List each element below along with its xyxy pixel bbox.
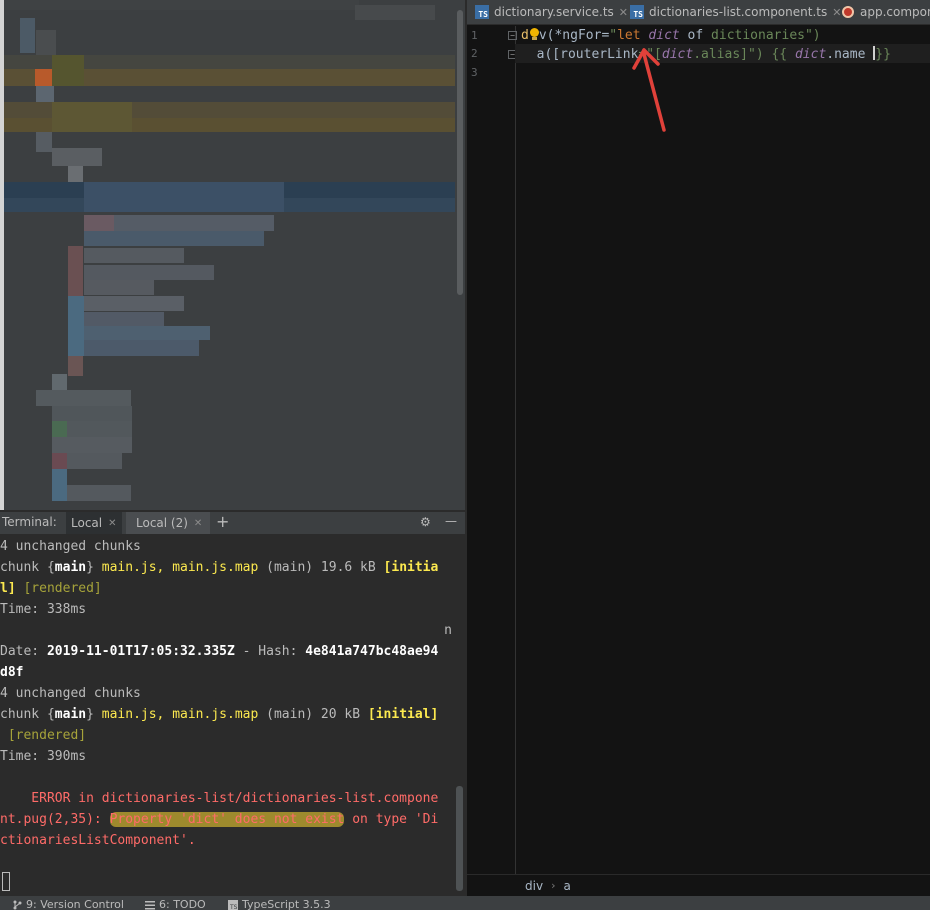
breadcrumb-item[interactable]: a: [563, 879, 570, 893]
list-icon: [145, 900, 155, 910]
code-token: {{: [771, 47, 795, 62]
line-number: 3: [471, 66, 478, 79]
code-token: .name: [826, 47, 874, 62]
terminal-line: 4 unchanged chunks: [0, 539, 141, 554]
chevron-right-icon: ›: [551, 879, 556, 892]
terminal-line: 4 unchanged chunks: [0, 686, 141, 701]
terminal-line: Time: 338ms: [0, 602, 87, 617]
terminal-panel[interactable]: Terminal: Local ✕ Local (2) ✕ + ⚙ — 4 un…: [0, 512, 465, 896]
tool-window-bar: 9: Version Control 6: TODO TS TypeScript…: [0, 896, 930, 910]
tab-label: dictionaries-list.component.ts: [649, 5, 828, 19]
tab-label: Local (2): [136, 516, 188, 530]
code-token: of: [679, 28, 712, 43]
annotation-arrow: [632, 48, 666, 132]
project-panel-blurred: [0, 0, 465, 510]
terminal-title: Terminal:: [2, 515, 57, 529]
terminal-line: chunk {main} main.js, main.js.map (main)…: [0, 560, 439, 575]
close-icon[interactable]: ✕: [108, 518, 116, 529]
close-icon[interactable]: ✕: [619, 6, 628, 19]
code-token: "): [804, 28, 821, 43]
terminal-line: Time: 390ms: [0, 749, 87, 764]
line-gutter: 1 2 3 − −: [467, 26, 517, 874]
version-control-button[interactable]: 9: Version Control: [12, 898, 124, 910]
close-icon[interactable]: ✕: [832, 6, 841, 19]
code-line-2[interactable]: a([routerLink="[dict.alias]") {{ dict.na…: [521, 45, 891, 64]
code-token: }}: [875, 47, 891, 62]
typescript-icon: TS: [228, 899, 238, 910]
project-panel-scrollbar[interactable]: [455, 0, 465, 510]
code-token: .alias]"): [693, 47, 772, 62]
terminal-cursor: [2, 872, 10, 891]
breadcrumb: div › a: [467, 874, 930, 896]
terminal-error-line: nt.pug(2,35): Property 'dict' does not e…: [0, 812, 439, 827]
terminal-tab-local-2[interactable]: Local (2) ✕: [126, 512, 210, 534]
code-token: d: [521, 28, 529, 43]
terminal-header: Terminal: Local ✕ Local (2) ✕ + ⚙ —: [0, 512, 465, 534]
typescript-service-button[interactable]: TS TypeScript 3.5.3: [228, 898, 331, 910]
fold-icon[interactable]: −: [508, 31, 517, 40]
tab-label: app.compone: [860, 5, 930, 19]
add-terminal-icon[interactable]: +: [216, 512, 229, 531]
lightbulb-icon[interactable]: [529, 28, 539, 41]
terminal-line: d8f: [0, 665, 24, 680]
svg-text:TS: TS: [229, 904, 238, 910]
code-token: v(*ngFor=: [538, 28, 610, 43]
code-token: dictionaries: [711, 28, 805, 43]
terminal-line: n: [444, 623, 452, 638]
terminal-tab-local[interactable]: Local ✕: [66, 512, 122, 534]
todo-button[interactable]: 6: TODO: [145, 898, 206, 910]
close-icon[interactable]: ✕: [194, 518, 202, 529]
highlighted-error: Property 'dict' does not exist: [109, 812, 345, 827]
gear-icon[interactable]: ⚙: [420, 515, 431, 529]
tab-app-component[interactable]: app.compone: [842, 0, 930, 24]
tab-dictionary-service[interactable]: TS dictionary.service.ts ✕: [475, 0, 628, 24]
status-label: 6: TODO: [159, 898, 206, 910]
angular-component-icon: [842, 6, 854, 18]
terminal-scrollbar[interactable]: [453, 536, 465, 896]
tab-label: Local: [71, 516, 103, 530]
line-number: 2: [471, 47, 478, 60]
tab-dictionaries-list-component[interactable]: TS dictionaries-list.component.ts ✕: [630, 0, 841, 24]
breadcrumb-item[interactable]: div: [525, 879, 543, 893]
status-label: TypeScript 3.5.3: [242, 898, 331, 910]
terminal-line: [rendered]: [0, 728, 87, 743]
line-number: 1: [471, 29, 478, 42]
code-token: dict: [794, 47, 827, 62]
typescript-file-icon: TS: [475, 5, 489, 19]
terminal-error-line: ERROR in dictionaries-list/dictionaries-…: [0, 791, 439, 806]
terminal-line: l] [rendered]: [0, 581, 102, 596]
status-label: 9: Version Control: [26, 898, 124, 910]
branch-icon: [12, 900, 22, 910]
code-editor[interactable]: TS dictionary.service.ts ✕ TS dictionari…: [467, 0, 930, 896]
editor-tabs: TS dictionary.service.ts ✕ TS dictionari…: [467, 0, 930, 25]
terminal-output[interactable]: 4 unchanged chunks chunk {main} main.js,…: [0, 536, 452, 851]
terminal-line: chunk {main} main.js, main.js.map (main)…: [0, 707, 439, 722]
terminal-line: Date: 2019-11-01T17:05:32.335Z - Hash: 4…: [0, 644, 439, 659]
tab-label: dictionary.service.ts: [494, 5, 614, 19]
code-token: ": [609, 28, 618, 43]
minimize-icon[interactable]: —: [445, 514, 457, 528]
typescript-file-icon: TS: [630, 5, 644, 19]
terminal-error-line: ctionariesListComponent'.: [0, 833, 196, 848]
